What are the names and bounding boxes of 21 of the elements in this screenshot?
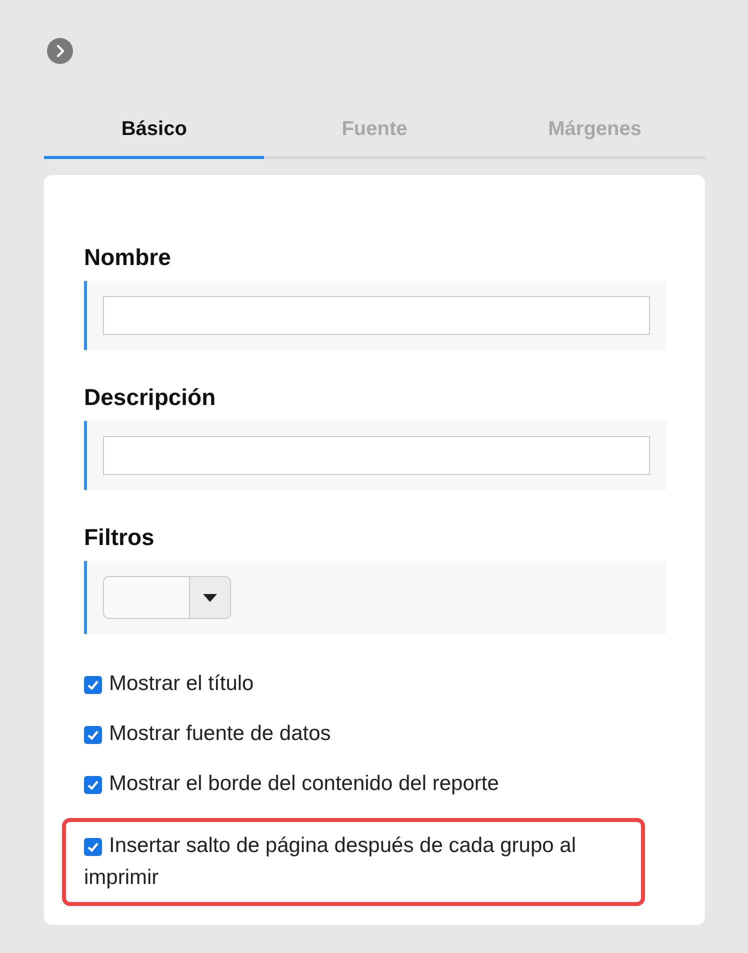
caret-icon xyxy=(203,594,217,602)
checkmark-icon xyxy=(86,778,100,792)
field-label: Nombre xyxy=(84,244,172,271)
checkbox-label[interactable]: Mostrar fuente de datos xyxy=(84,718,666,750)
checkmark-icon xyxy=(86,840,100,854)
field-label: Descripción xyxy=(84,384,217,411)
checkmark-icon xyxy=(86,678,100,692)
checkbox[interactable] xyxy=(84,676,102,694)
checkbox[interactable] xyxy=(84,776,102,794)
checkmark-icon xyxy=(86,728,100,742)
expand-button[interactable] xyxy=(47,38,73,64)
tab[interactable]: Básico xyxy=(44,104,264,159)
chevron-right-icon xyxy=(47,38,73,64)
checkbox[interactable] xyxy=(84,838,102,856)
field-label: Filtros xyxy=(84,524,156,551)
checkbox-label[interactable]: Mostrar el borde del contenido del reporte xyxy=(84,768,666,800)
input-field[interactable] xyxy=(103,296,650,335)
checkbox-label[interactable]: Insertar salto de página después de cada grupo al imprimir xyxy=(84,830,623,894)
input-field[interactable] xyxy=(103,436,650,475)
checkbox-label[interactable]: Mostrar el título xyxy=(84,668,666,700)
checkbox[interactable] xyxy=(84,726,102,744)
